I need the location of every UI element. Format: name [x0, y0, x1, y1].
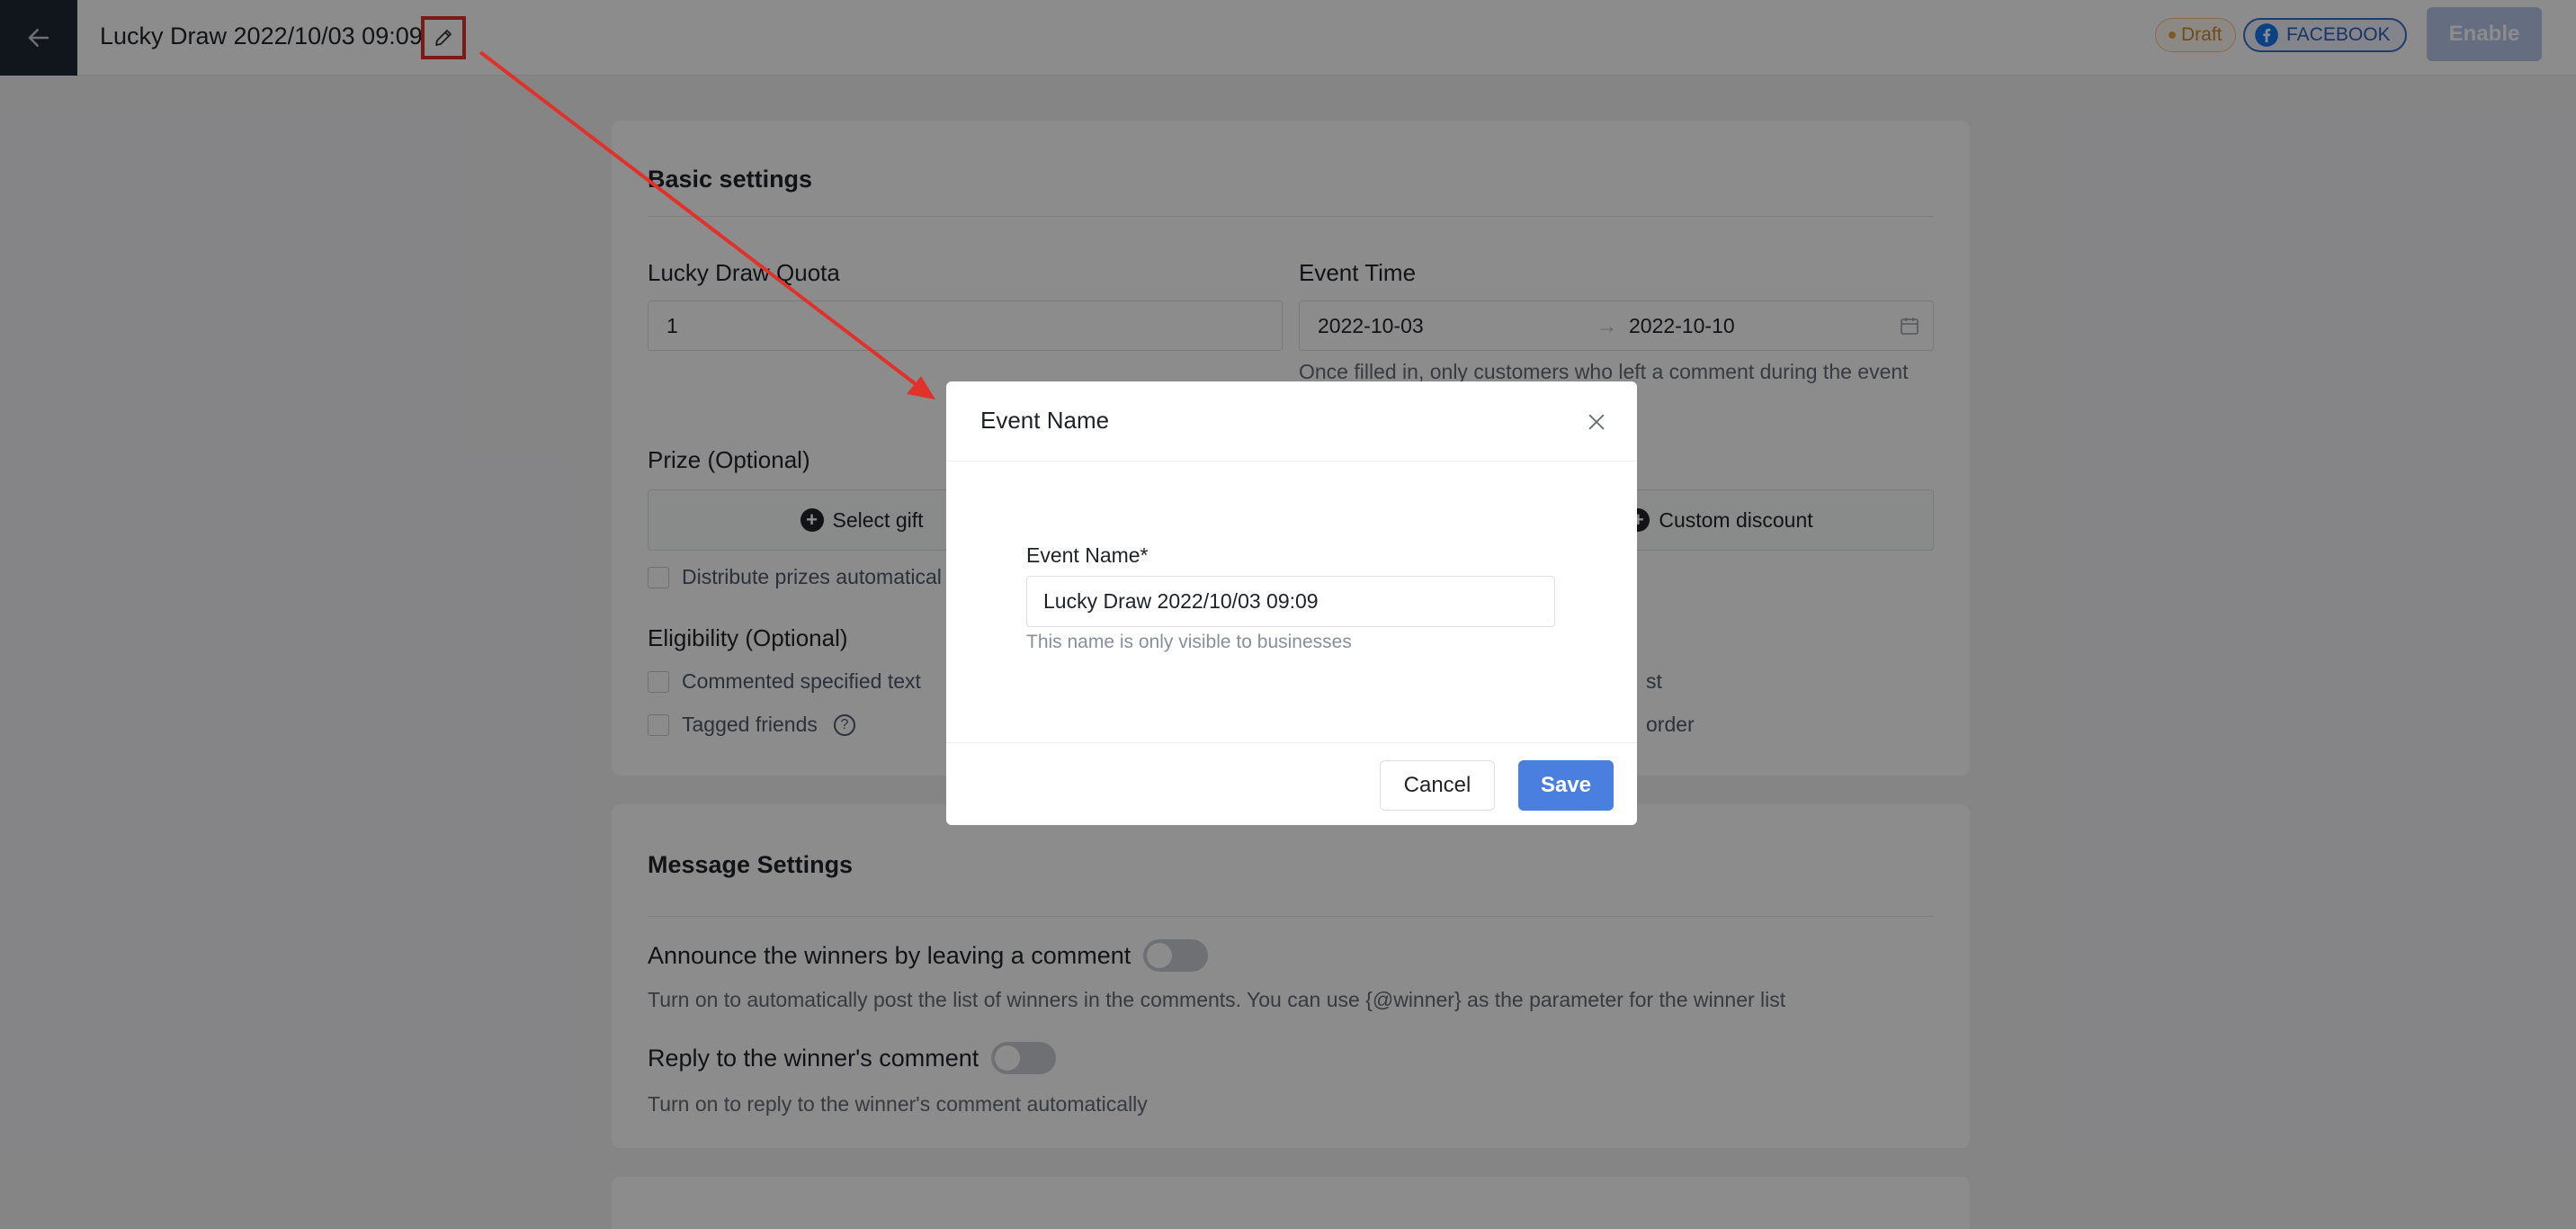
modal-footer-divider [946, 742, 1637, 743]
event-name-help: This name is only visible to businesses [1026, 632, 1352, 652]
modal-title: Event Name [980, 407, 1110, 434]
cancel-button[interactable]: Cancel [1380, 760, 1495, 811]
event-name-input[interactable]: Lucky Draw 2022/10/03 09:09 [1026, 576, 1555, 627]
event-name-label: Event Name* [1026, 543, 1149, 567]
event-name-value: Lucky Draw 2022/10/03 09:09 [1043, 589, 1319, 613]
close-icon [1588, 414, 1605, 430]
modal-header-divider [946, 461, 1637, 462]
save-button[interactable]: Save [1518, 760, 1614, 811]
modal-close-button[interactable] [1583, 408, 1610, 435]
event-name-modal: Event Name Event Name* Lucky Draw 2022/1… [946, 381, 1637, 825]
